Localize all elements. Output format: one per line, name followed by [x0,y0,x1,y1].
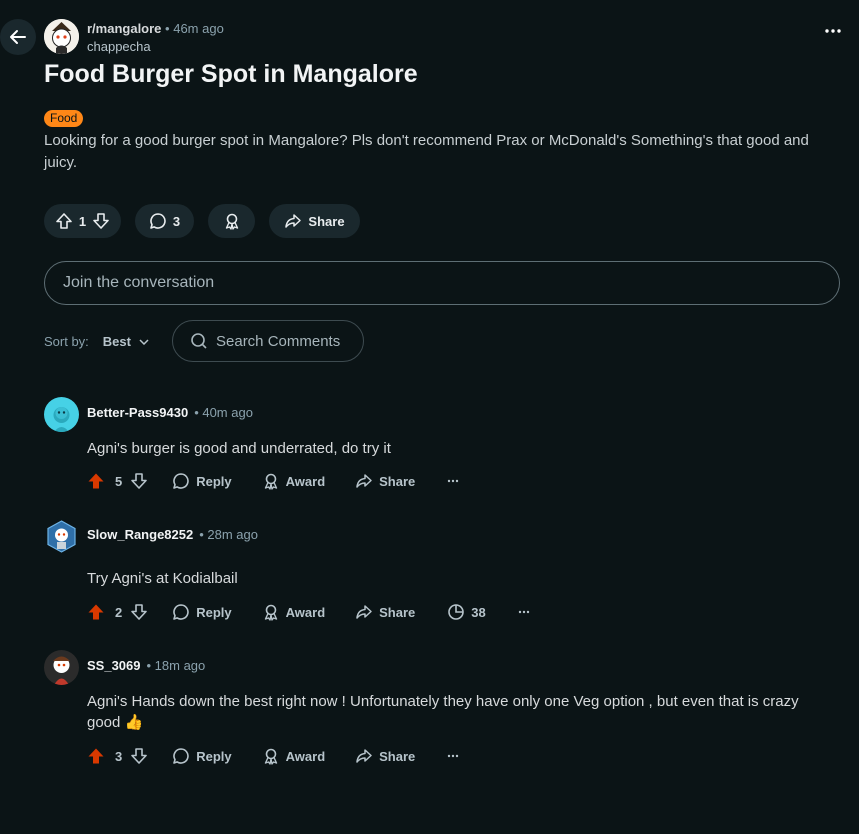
chevron-down-icon [139,338,149,345]
post-award-button[interactable] [208,204,255,238]
comment-actions: 2 Reply Award Share 38 [87,603,530,621]
sort-control: Sort by: Best [44,334,149,349]
reply-button[interactable]: Reply [172,472,232,490]
comment-meta: SS_3069 • 18m ago [87,658,205,673]
award-icon [223,212,241,230]
comment-meta: Better-Pass9430 • 40m ago [87,405,253,420]
comment-actions: 5 Reply Award Share [87,472,459,490]
post-title: Food Burger Spot in Mangalore [44,60,418,88]
reply-icon [172,747,190,765]
award-label: Award [285,473,326,489]
join-conversation-input[interactable]: Join the conversation [44,261,840,305]
sort-dropdown[interactable]: Best [103,334,149,349]
award-label: Award [285,748,326,764]
share-icon [355,747,373,765]
join-conversation-placeholder: Join the conversation [63,274,215,291]
comment-text: Try Agni's at Kodialbail [87,570,238,587]
post-author[interactable]: chappecha [87,39,224,54]
comment-avatar[interactable] [44,397,79,432]
sort-label: Sort by: [44,334,89,349]
comment-time: • 28m ago [199,527,258,542]
comment-vote-count: 3 [115,748,123,764]
reply-label: Reply [196,748,232,764]
comment-text: Agni's Hands down the best right now ! U… [87,693,799,731]
more-options-icon[interactable] [447,479,459,483]
comment-author[interactable]: Slow_Range8252 [87,527,193,542]
award-button[interactable]: Award [262,603,326,621]
sort-value: Best [102,334,131,349]
insights-pie-icon [447,603,465,621]
downvote-icon[interactable] [92,212,110,230]
downvote-icon[interactable] [130,603,148,621]
more-options-icon[interactable] [447,754,459,758]
post-share-button[interactable]: Share [269,204,360,238]
search-icon [190,332,208,350]
post-body: Looking for a good burger spot in Mangal… [44,132,809,171]
upvote-filled-icon[interactable] [87,472,105,490]
share-label: Share [379,748,416,764]
comment-author[interactable]: SS_3069 [87,658,141,673]
comment-meta: Slow_Range8252 • 28m ago [87,527,258,542]
downvote-icon[interactable] [130,747,148,765]
share-label: Share [379,473,416,489]
reply-icon [172,603,190,621]
share-icon [355,472,373,490]
more-options-icon[interactable] [518,610,530,614]
post-vote-pill: 1 [44,204,121,238]
post-vote-count: 1 [78,213,87,229]
award-icon [262,472,280,490]
post-comments-button[interactable]: 3 [135,204,194,238]
reply-icon [172,472,190,490]
downvote-icon[interactable] [130,472,148,490]
comment-text: Agni's burger is good and underrated, do… [87,440,391,457]
award-label: Award [285,604,326,620]
reply-button[interactable]: Reply [172,603,232,621]
comment-time: • 18m ago [146,658,206,673]
post-more-options-icon[interactable] [825,28,841,34]
share-icon [284,212,302,230]
comment-time: • 40m ago [194,405,253,420]
reply-label: Reply [196,604,232,620]
share-button[interactable]: Share [355,603,415,621]
share-label: Share [379,604,416,620]
comment-vote-count: 5 [115,473,123,489]
award-button[interactable]: Award [262,747,326,765]
award-icon [262,603,280,621]
comment-actions: 3 Reply Award Share [87,747,459,765]
subreddit-avatar[interactable] [44,19,79,54]
post-time: • 46m ago [165,21,224,36]
share-icon [355,603,373,621]
post-meta: r/mangalore • 46m ago chappecha [87,21,224,54]
comment-bubble-icon [149,212,167,230]
comment-avatar[interactable] [44,519,79,554]
back-button[interactable] [0,19,36,55]
post-flair[interactable]: Food [44,110,84,127]
upvote-filled-icon[interactable] [87,747,105,765]
insights-button[interactable]: 38 [447,603,486,621]
reply-label: Reply [196,473,232,489]
insights-count: 38 [471,604,486,620]
comment-vote-count: 2 [115,604,123,620]
comment-author[interactable]: Better-Pass9430 [87,405,188,420]
search-comments-placeholder: Search Comments [216,332,341,350]
search-comments-input[interactable]: Search Comments [172,320,364,362]
share-button[interactable]: Share [355,747,415,765]
post-comment-count: 3 [172,213,181,229]
share-button[interactable]: Share [355,472,415,490]
upvote-filled-icon[interactable] [87,603,105,621]
reply-button[interactable]: Reply [172,747,232,765]
comment-avatar[interactable] [44,650,79,685]
arrow-left-icon [8,27,28,47]
award-icon [262,747,280,765]
upvote-icon[interactable] [55,212,73,230]
subreddit-link[interactable]: r/mangalore [87,21,161,36]
post-share-label: Share [308,213,345,229]
award-button[interactable]: Award [262,472,326,490]
